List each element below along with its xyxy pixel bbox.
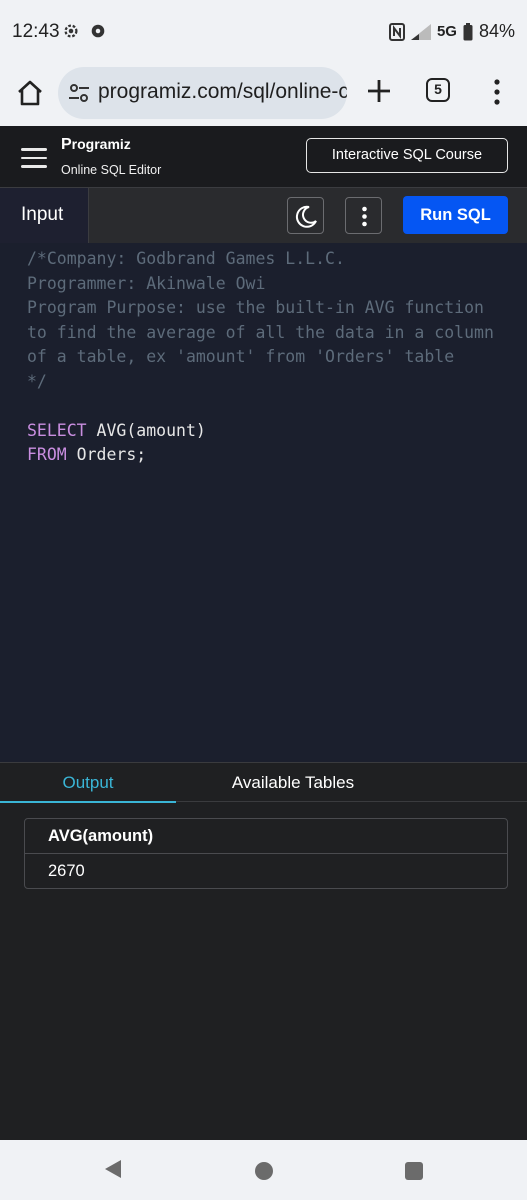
- hamburger-menu-icon[interactable]: [21, 148, 47, 168]
- code-comment: Program Purpose: use the built-in AVG fu…: [27, 298, 484, 317]
- code-comment: to find the average of all the data in a…: [27, 322, 494, 342]
- site-header: Programiz Online SQL Editor Interactive …: [0, 126, 527, 187]
- code-comment: of a table, ex 'amount' from 'Orders' ta…: [27, 347, 455, 366]
- battery-level: 84%: [478, 21, 515, 41]
- code-line: */: [27, 370, 527, 395]
- code-line: to find the average of all the data in a…: [27, 321, 527, 346]
- more-vert-icon: [362, 206, 367, 227]
- code-comment: /*Company: Godbrand Games L.L.C.: [27, 249, 345, 268]
- output-tabs: Output Available Tables: [0, 762, 527, 803]
- code-line: FROM Orders;: [27, 443, 527, 468]
- status-bar: 12:43 5G 84%: [0, 0, 527, 60]
- programiz-logo[interactable]: Programiz: [61, 136, 131, 154]
- status-right: 5G 84%: [388, 21, 515, 42]
- address-bar[interactable]: programiz.com/sql/online-c: [58, 67, 347, 119]
- system-nav-bar: [0, 1140, 527, 1200]
- nfc-icon: [388, 22, 405, 41]
- run-sql-button[interactable]: Run SQL: [403, 196, 508, 234]
- code-line: /*Company: Godbrand Games L.L.C.: [27, 247, 527, 272]
- gear-icon: [91, 24, 105, 38]
- status-time: 12:43: [12, 21, 60, 42]
- new-tab-icon[interactable]: [364, 76, 394, 106]
- code-line: Programmer: Akinwale Owi: [27, 272, 527, 297]
- code-line: of a table, ex 'amount' from 'Orders' ta…: [27, 345, 527, 370]
- site-settings-icon[interactable]: [68, 82, 90, 104]
- sql-keyword: SELECT: [27, 420, 87, 440]
- recents-icon[interactable]: [405, 1162, 423, 1180]
- url-text: programiz.com/sql/online-c: [98, 80, 347, 103]
- result-table: AVG(amount) 2670: [24, 818, 508, 889]
- column-header: AVG(amount): [25, 819, 507, 854]
- code-comment: */: [27, 371, 47, 391]
- home-icon[interactable]: [14, 77, 46, 109]
- more-vert-icon[interactable]: [490, 78, 504, 106]
- tab-available-tables[interactable]: Available Tables: [176, 763, 410, 803]
- code-text: AVG(amount): [86, 420, 206, 440]
- code-comment: Programmer: Akinwale Owi: [27, 273, 266, 293]
- browser-toolbar: programiz.com/sql/online-c 5: [0, 60, 527, 126]
- sql-keyword: FROM: [27, 445, 67, 464]
- code-text: Orders;: [66, 445, 147, 464]
- moon-icon: [295, 205, 317, 228]
- settings-gear-icon: [64, 24, 78, 38]
- tab-output[interactable]: Output: [0, 763, 176, 803]
- table-cell: 2670: [48, 862, 85, 880]
- interactive-course-button[interactable]: Interactive SQL Course: [306, 138, 508, 173]
- home-nav-icon[interactable]: [255, 1162, 273, 1180]
- input-tab[interactable]: Input: [0, 188, 89, 244]
- editor-subtitle: Online SQL Editor: [61, 163, 162, 177]
- code-editor[interactable]: /*Company: Godbrand Games L.L.C. Programm…: [0, 243, 527, 762]
- code-line: SELECT AVG(amount): [27, 419, 527, 444]
- editor-options-button[interactable]: [345, 197, 382, 234]
- network-type: 5G: [436, 23, 457, 40]
- signal-icon: [410, 23, 431, 40]
- tab-switcher-button[interactable]: 5: [426, 78, 450, 102]
- back-icon[interactable]: [103, 1158, 123, 1180]
- dark-mode-toggle[interactable]: [287, 197, 324, 234]
- code-line: Program Purpose: use the built-in AVG fu…: [27, 296, 527, 321]
- editor-toolbar: Input Run SQL: [0, 187, 527, 244]
- battery-icon: [463, 22, 473, 40]
